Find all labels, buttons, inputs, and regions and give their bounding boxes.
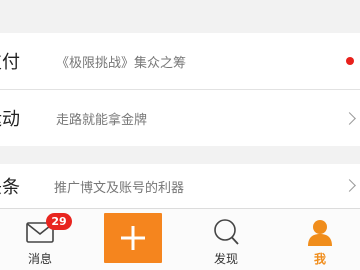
- chevron-right-icon: [343, 112, 356, 125]
- search-icon: [211, 217, 241, 247]
- list-item-desc: 推广博文及账号的利器: [54, 180, 185, 196]
- list-item-sport[interactable]: 运动 走路就能拿金牌: [0, 90, 360, 146]
- tab-label: 消息: [27, 252, 52, 266]
- plus-icon: [121, 226, 145, 250]
- tab-discover[interactable]: 发现: [190, 209, 262, 270]
- compose-button[interactable]: [104, 213, 162, 263]
- chevron-right-icon: [343, 179, 356, 192]
- list-item-headline[interactable]: 头条 推广博文及账号的利器: [0, 164, 360, 208]
- tab-me[interactable]: 我: [284, 209, 356, 270]
- tab-messages[interactable]: 消息 29: [4, 209, 76, 270]
- bottom-tab-bar: 消息 29 发现 我: [0, 208, 360, 270]
- list-item-desc: 走路就能拿金牌: [56, 112, 148, 128]
- section-gap: [0, 0, 360, 33]
- user-icon: [305, 217, 335, 247]
- unread-badge: 29: [46, 213, 72, 230]
- list-item-title: 头条: [0, 177, 20, 198]
- list-item-title: 支付: [0, 52, 20, 73]
- list-item-payment[interactable]: 支付 《极限挑战》集众之筹: [0, 33, 360, 89]
- list-item-title: 运动: [0, 109, 20, 130]
- tab-label: 我: [313, 252, 326, 266]
- tab-label: 发现: [213, 252, 238, 266]
- list-item-desc: 《极限挑战》集众之筹: [56, 55, 187, 71]
- page: 支付 《极限挑战》集众之筹 运动 走路就能拿金牌 头条 推广博文及账号的利器 消…: [0, 0, 360, 270]
- new-dot-indicator: [346, 57, 354, 65]
